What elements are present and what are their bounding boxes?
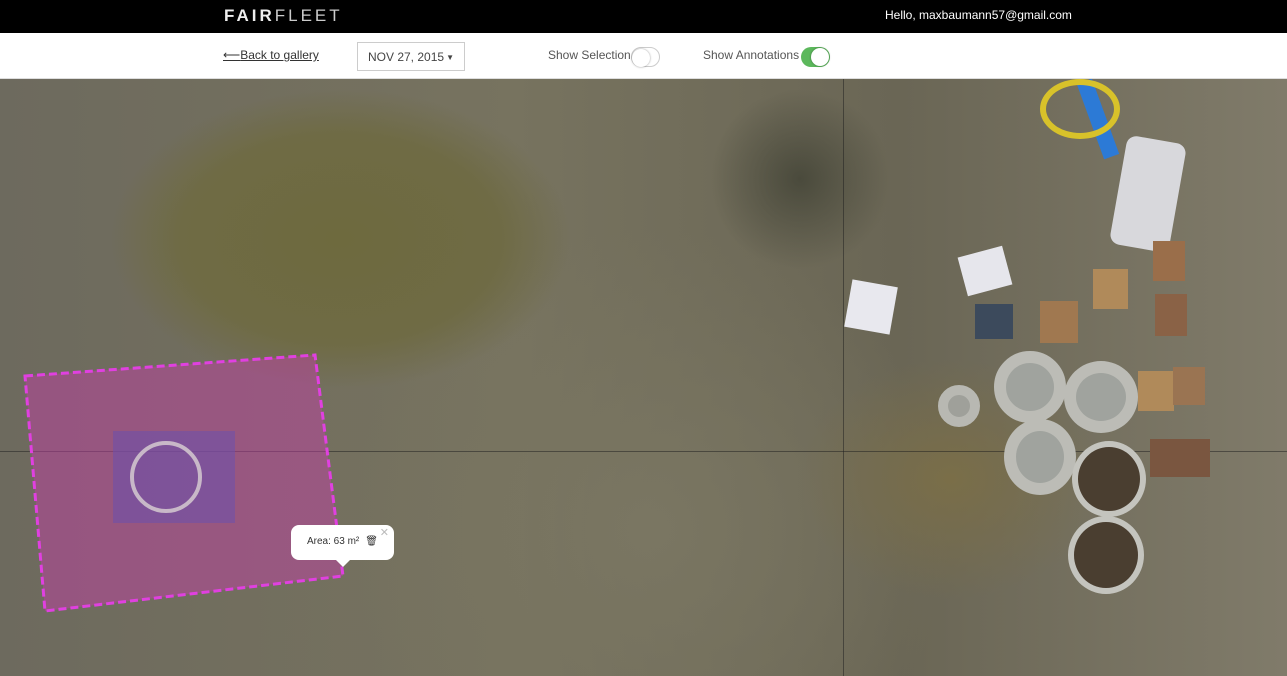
show-annotations-label: Show Annotations bbox=[703, 48, 800, 62]
logo[interactable]: FAIRFLEET bbox=[224, 6, 343, 26]
toggle-knob bbox=[811, 48, 829, 66]
arrow-left-icon: ⟵ bbox=[223, 48, 241, 62]
area-popup: Area: 63 m² 🗑 ✕ bbox=[291, 525, 394, 567]
trash-icon[interactable]: 🗑 bbox=[365, 536, 378, 547]
show-selection-toggle[interactable] bbox=[631, 47, 660, 67]
back-label: Back to gallery bbox=[240, 48, 319, 62]
annotation-layer bbox=[23, 353, 345, 613]
aerial-map[interactable]: Area: 63 m² 🗑 ✕ bbox=[0, 79, 1287, 676]
user-greeting[interactable]: Hello, maxbaumann57@gmail.com bbox=[885, 8, 1072, 22]
toggle-knob bbox=[632, 49, 650, 67]
caret-down-icon: ▼ bbox=[446, 53, 454, 62]
date-value: NOV 27, 2015 bbox=[368, 50, 445, 64]
logo-bold: FAIR bbox=[224, 6, 275, 25]
logo-light: FLEET bbox=[274, 6, 343, 25]
show-selection-label: Show Selection bbox=[548, 48, 631, 62]
toolbar: ⟵Back to gallery NOV 27, 2015 ▼ Show Sele… bbox=[0, 33, 1287, 79]
show-annotations-toggle[interactable] bbox=[801, 47, 830, 67]
top-bar: FAIRFLEET Hello, maxbaumann57@gmail.com bbox=[0, 0, 1287, 33]
date-select[interactable]: NOV 27, 2015 ▼ bbox=[357, 42, 465, 71]
area-label: Area: 63 m² bbox=[307, 536, 360, 547]
back-to-gallery-link[interactable]: ⟵Back to gallery bbox=[223, 48, 319, 62]
close-icon[interactable]: ✕ bbox=[380, 526, 389, 539]
